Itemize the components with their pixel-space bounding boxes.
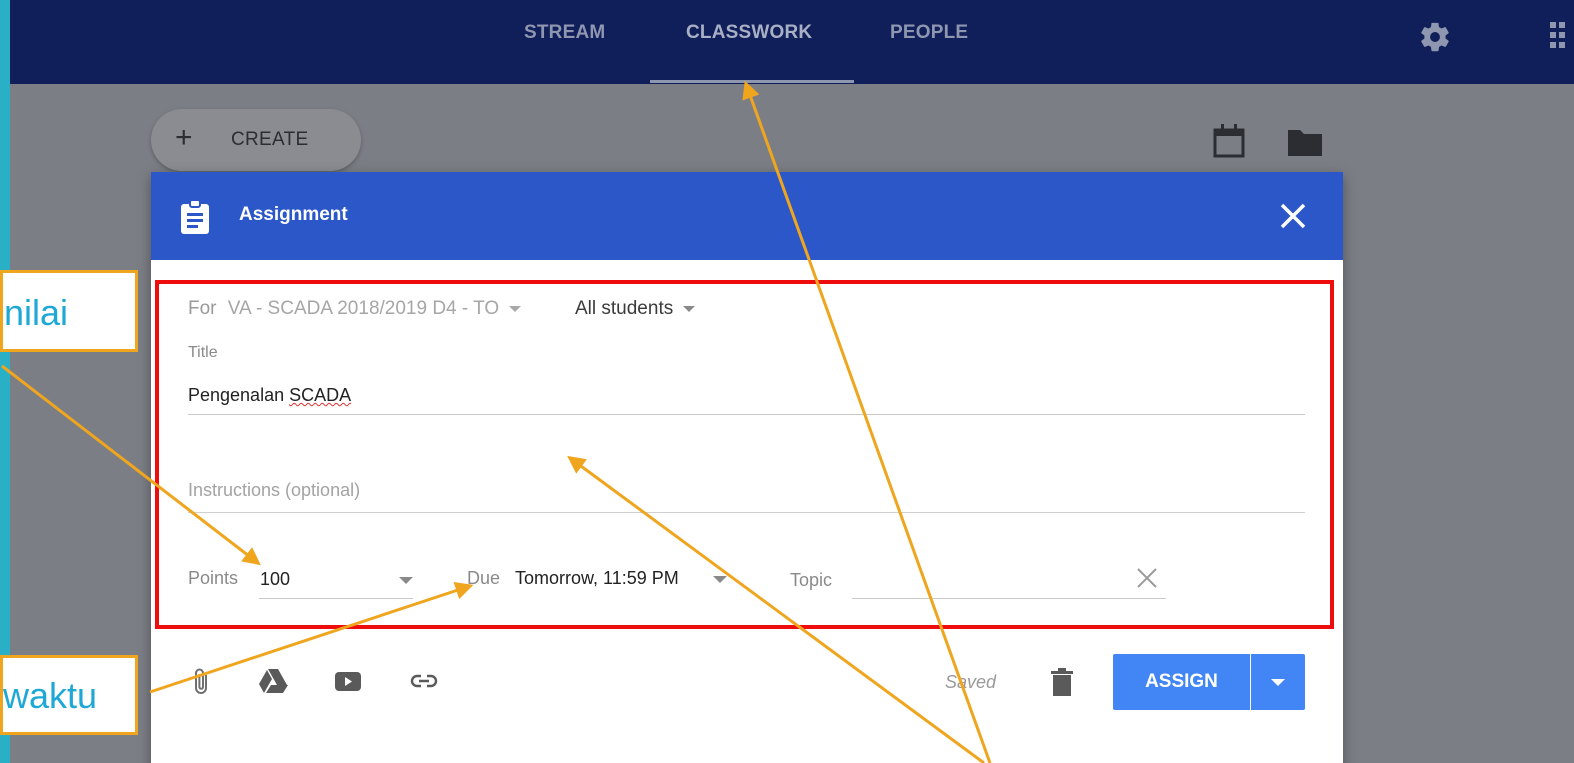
for-label: For <box>188 298 217 319</box>
clear-topic-icon[interactable] <box>1135 566 1159 590</box>
instructions-underline <box>188 512 1305 513</box>
class-name: VA - SCADA 2018/2019 D4 - TO <box>227 298 500 319</box>
create-label: CREATE <box>231 129 309 150</box>
create-button[interactable]: + CREATE <box>151 109 361 171</box>
chevron-down-icon <box>509 305 522 312</box>
folder-icon[interactable] <box>1288 128 1322 156</box>
points-label: Points <box>188 568 239 588</box>
instructions-input[interactable]: Instructions (optional) <box>188 480 360 501</box>
tab-stream[interactable]: STREAM <box>524 22 605 44</box>
points-dropdown-icon[interactable] <box>399 577 413 584</box>
clipboard-icon <box>181 200 209 234</box>
points-underline <box>259 598 413 599</box>
gear-icon[interactable] <box>1418 20 1452 54</box>
active-tab-indicator <box>650 80 854 83</box>
title-value-misspelled: SCADA <box>289 385 352 405</box>
apps-grid-icon[interactable] <box>1550 22 1574 48</box>
title-underline <box>188 414 1305 415</box>
assignment-dialog: Assignment For VA - SCADA 2018/2019 D4 -… <box>151 172 1343 763</box>
due-selector[interactable]: Tomorrow, 11:59 PM <box>515 568 679 589</box>
calendar-icon[interactable] <box>1213 124 1245 158</box>
assign-options-dropdown[interactable] <box>1251 654 1305 710</box>
trash-icon[interactable] <box>1051 668 1073 696</box>
topic-label: Topic <box>790 570 833 590</box>
title-value-text: Pengenalan <box>188 385 290 405</box>
callout-waktu-text: waktu <box>3 675 98 716</box>
dialog-title: Assignment <box>239 204 348 225</box>
saved-status: Saved <box>945 672 997 692</box>
dialog-header: Assignment <box>151 172 1343 260</box>
topic-input[interactable] <box>852 598 1166 599</box>
tab-classwork[interactable]: CLASSWORK <box>686 22 812 44</box>
title-label: Title <box>188 344 218 361</box>
audience-value: All students <box>575 298 674 319</box>
class-selector[interactable]: For VA - SCADA 2018/2019 D4 - TO <box>188 298 533 320</box>
top-navigation-bar: STREAM CLASSWORK PEOPLE <box>10 0 1574 84</box>
due-dropdown-icon[interactable] <box>713 576 727 583</box>
audience-selector[interactable]: All students <box>575 298 707 320</box>
callout-nilai-text: nilai <box>4 292 69 333</box>
due-label: Due <box>467 568 501 588</box>
callout-nilai: nilai <box>0 270 138 352</box>
tab-people[interactable]: PEOPLE <box>890 22 968 44</box>
points-input[interactable]: 100 <box>260 569 290 590</box>
title-input[interactable]: Pengenalan SCADA <box>188 385 351 406</box>
callout-waktu: waktu <box>0 655 138 735</box>
link-icon[interactable] <box>409 666 439 696</box>
attachment-icon[interactable] <box>187 666 217 696</box>
classroom-screen: STREAM CLASSWORK PEOPLE + CREATE Assignm… <box>10 0 1574 763</box>
assign-button[interactable]: ASSIGN <box>1113 654 1250 710</box>
chevron-down-icon <box>683 305 696 312</box>
plus-icon: + <box>175 121 193 154</box>
youtube-icon[interactable] <box>333 666 363 696</box>
google-drive-icon[interactable] <box>258 666 288 696</box>
close-icon[interactable] <box>1279 202 1307 230</box>
